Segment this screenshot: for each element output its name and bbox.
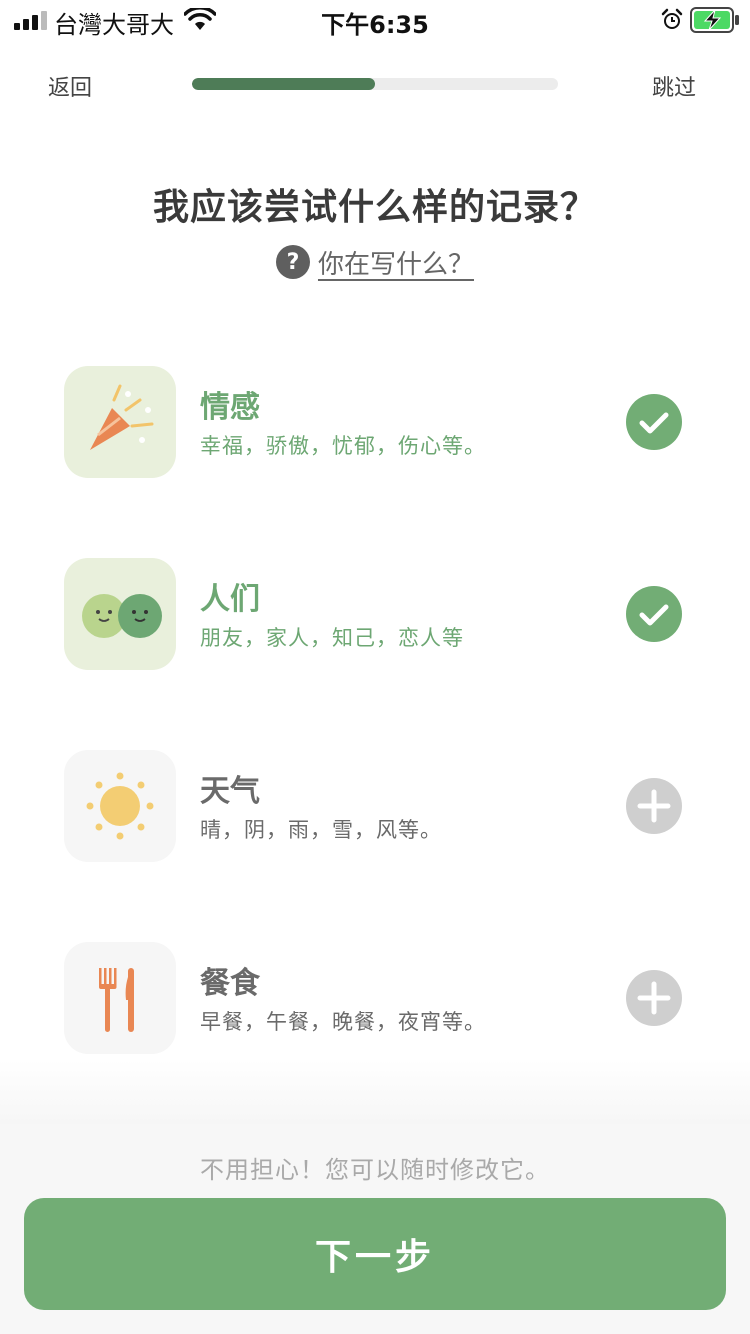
- category-item-people[interactable]: 人们 朋友，家人，知己，恋人等: [0, 558, 750, 670]
- category-item-emotions[interactable]: 情感 幸福，骄傲，忧郁，伤心等。: [0, 366, 750, 478]
- back-button[interactable]: 返回: [48, 70, 92, 102]
- help-link-text: 你在写什么？: [317, 249, 474, 280]
- question-mark-icon: ?: [275, 245, 310, 279]
- category-description: 早餐，午餐，晚餐，夜宵等。: [200, 1010, 486, 1034]
- progress-bar: [192, 78, 558, 90]
- reassurance-text: 不用担心！您可以随时修改它。: [200, 1156, 550, 1184]
- category-item-meals[interactable]: 餐食 早餐，午餐，晚餐，夜宵等。: [0, 942, 750, 1054]
- status-bar: 台灣大哥大 下午6:35: [0, 0, 750, 44]
- category-title: 情感: [200, 390, 260, 425]
- plus-icon[interactable]: [626, 778, 682, 834]
- category-description: 幸福，骄傲，忧郁，伤心等。: [200, 434, 486, 458]
- page-title: 我应该尝试什么样的记录？: [152, 187, 597, 228]
- next-step-button[interactable]: 下一步: [24, 1198, 726, 1310]
- category-description: 晴，阴，雨，雪，风等。: [200, 818, 442, 842]
- category-title: 人们: [200, 582, 260, 617]
- two-faces-icon: [64, 558, 176, 670]
- skip-button[interactable]: 跳过: [652, 70, 696, 102]
- checkmark-icon[interactable]: [626, 586, 682, 642]
- category-title: 餐食: [200, 966, 260, 1001]
- progress-bar-fill: [192, 78, 375, 90]
- category-item-weather[interactable]: 天气 晴，阴，雨，雪，风等。: [0, 750, 750, 862]
- bottom-fade: [0, 1060, 750, 1124]
- sun-icon: [64, 750, 176, 862]
- help-link[interactable]: ? 你在写什么？: [0, 244, 750, 280]
- category-description: 朋友，家人，知己，恋人等: [200, 626, 464, 650]
- party-popper-icon: [64, 366, 176, 478]
- category-title: 天气: [200, 774, 260, 809]
- fork-knife-icon: [64, 942, 176, 1054]
- plus-icon[interactable]: [626, 970, 682, 1026]
- checkmark-icon[interactable]: [626, 394, 682, 450]
- alarm-icon: [661, 8, 683, 29]
- battery-charging-icon: [690, 7, 739, 33]
- status-time: 下午6:35: [321, 11, 429, 39]
